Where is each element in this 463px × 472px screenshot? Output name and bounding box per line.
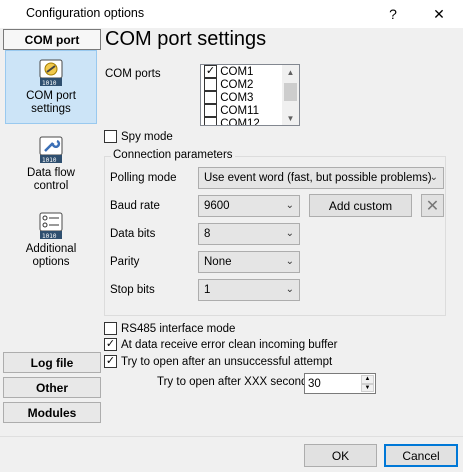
chevron-down-icon: ⌄ [285, 284, 294, 295]
close-button[interactable]: ✕ [424, 2, 454, 26]
data-bits-label: Data bits [110, 228, 156, 240]
nav-tab-other[interactable]: Other [3, 377, 101, 398]
rs485-label: RS485 interface mode [121, 322, 236, 335]
svg-text:1010: 1010 [42, 233, 57, 240]
clean-buffer-label: At data receive error clean incoming buf… [121, 338, 338, 351]
options-list-icon: 1010 [39, 212, 63, 240]
retry-label: Try to open after an unsuccessful attemp… [121, 355, 333, 368]
nav-item-com-port-settings[interactable]: 1010 COM port settings [5, 50, 97, 124]
nav-label: control [33, 180, 69, 192]
com-ports-label: COM ports [105, 68, 161, 80]
cancel-button[interactable]: Cancel [384, 444, 458, 467]
nav-tab-modules[interactable]: Modules [3, 402, 101, 423]
baud-rate-select[interactable]: 9600 ⌄ [198, 195, 300, 217]
checkbox-com11[interactable] [204, 104, 217, 117]
svg-text:1010: 1010 [42, 80, 57, 87]
rs485-checkbox[interactable] [104, 322, 117, 335]
wrench-icon: 1010 [39, 136, 63, 164]
nav-label: Data flow [27, 167, 75, 179]
help-button[interactable]: ? [378, 2, 408, 26]
spy-mode-label: Spy mode [121, 130, 173, 143]
com-port-icon: 1010 [39, 59, 63, 87]
retry-seconds-label: Try to open after XXX seconds [157, 376, 314, 388]
add-custom-button[interactable]: Add custom [309, 194, 412, 217]
spy-mode-row[interactable]: Spy mode [104, 130, 173, 143]
retry-row[interactable]: ✓ Try to open after an unsuccessful atte… [104, 355, 332, 368]
chevron-down-icon: ⌄ [429, 172, 438, 183]
nav-label: Additional [25, 243, 77, 255]
checkbox-com12[interactable] [204, 117, 217, 125]
window-title: Configuration options [26, 6, 145, 20]
delete-icon[interactable]: ✕ [421, 194, 444, 217]
nav-tab-com-port[interactable]: COM port [3, 29, 101, 50]
ok-button[interactable]: OK [304, 444, 377, 467]
list-scrollbar[interactable]: ▲ ▼ [282, 65, 299, 125]
nav-label: settings [31, 103, 71, 115]
clean-buffer-checkbox[interactable]: ✓ [104, 338, 117, 351]
data-bits-select[interactable]: 8 ⌄ [198, 223, 300, 245]
spin-up-icon[interactable]: ▲ [361, 375, 374, 384]
nav-label: COM port [26, 90, 76, 102]
stop-bits-label: Stop bits [110, 284, 155, 296]
parity-label: Parity [110, 256, 140, 268]
rs485-row[interactable]: RS485 interface mode [104, 322, 235, 335]
baud-rate-label: Baud rate [110, 200, 160, 212]
scroll-thumb[interactable] [284, 83, 297, 101]
group-title: Connection parameters [111, 149, 235, 161]
nav-label: options [32, 256, 70, 268]
polling-mode-select[interactable]: Use event word (fast, but possible probl… [198, 167, 444, 189]
stop-bits-select[interactable]: 1 ⌄ [198, 279, 300, 301]
nav-item-data-flow-control[interactable]: 1010 Data flow control [5, 136, 97, 198]
nav-item-additional-options[interactable]: 1010 Additional options [5, 212, 97, 274]
spin-down-icon[interactable]: ▼ [361, 383, 374, 392]
retry-seconds-spinner[interactable]: 30 ▲ ▼ [304, 373, 376, 394]
chevron-down-icon: ⌄ [285, 200, 294, 211]
checkbox-com2[interactable] [204, 78, 217, 91]
com-ports-list[interactable]: ✓ COM1 COM2 COM3 COM11 COM12 ▲ ▼ [200, 64, 300, 126]
nav-tab-log-file[interactable]: Log file [3, 352, 101, 373]
scroll-down-icon[interactable]: ▼ [282, 111, 299, 125]
parity-select[interactable]: None ⌄ [198, 251, 300, 273]
chevron-down-icon: ⌄ [285, 256, 294, 267]
scroll-up-icon[interactable]: ▲ [282, 65, 299, 79]
polling-mode-label: Polling mode [110, 172, 177, 184]
dialog-footer: OK Cancel [0, 436, 463, 472]
checkbox-com1[interactable]: ✓ [204, 65, 217, 78]
checkbox-com3[interactable] [204, 91, 217, 104]
chevron-down-icon: ⌄ [285, 228, 294, 239]
title-bar: Configuration options ? ✕ [0, 0, 463, 28]
page-title: COM port settings [105, 28, 267, 50]
retry-checkbox[interactable]: ✓ [104, 355, 117, 368]
spy-mode-checkbox[interactable] [104, 130, 117, 143]
clean-buffer-row[interactable]: ✓ At data receive error clean incoming b… [104, 338, 337, 351]
svg-text:1010: 1010 [42, 157, 57, 164]
